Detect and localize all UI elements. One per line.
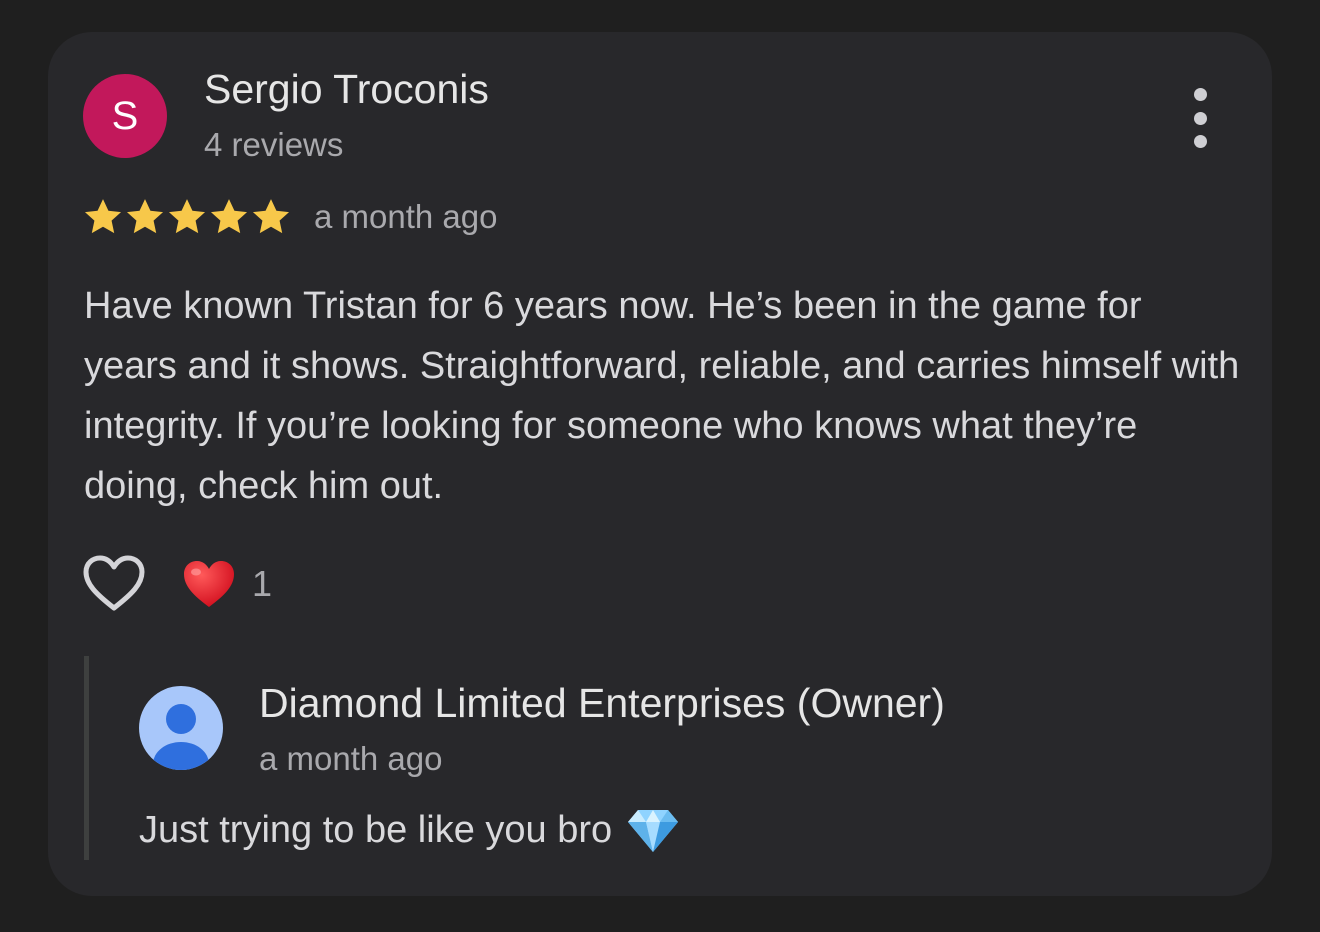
reply-text: Just trying to be like you bro [139,808,613,851]
review-card: S Sergio Troconis 4 reviews a month ago … [48,32,1272,896]
more-vertical-icon-dot [1193,135,1207,148]
reviewer-name[interactable]: Sergio Troconis [204,66,489,113]
star-icon [126,199,164,234]
star-icon [210,199,248,234]
reply-text-row: Just trying to be like you bro [139,806,680,854]
reviewer-avatar[interactable]: S [83,74,167,158]
review-actions: 1 [82,554,272,614]
red-heart-emoji-icon [184,561,234,607]
rating-row: a month ago [82,196,497,238]
star-icon [168,199,206,234]
reviewer-review-count[interactable]: 4 reviews [204,126,343,164]
reviewer-initial: S [111,93,139,138]
more-vertical-icon [1193,88,1207,101]
star-icon [84,199,122,234]
review-date: a month ago [314,198,498,235]
reaction-summary[interactable]: 1 [182,559,272,609]
reply-date: a month ago [259,740,443,777]
owner-name: Diamond Limited Enterprises (Owner) [259,680,945,726]
more-vertical-icon-dot [1193,111,1207,125]
gem-emoji-icon [628,810,679,852]
star-rating [82,196,292,238]
owner-reply: Diamond Limited Enterprises (Owner) a mo… [84,656,1249,860]
star-icon [252,199,290,234]
heart-outline-icon[interactable] [82,554,146,614]
default-person-avatar-icon [139,686,223,770]
reaction-count: 1 [252,563,273,604]
review-text: Have known Tristan for 6 years now. He’s… [84,285,1240,507]
more-options-button[interactable] [1176,88,1224,148]
